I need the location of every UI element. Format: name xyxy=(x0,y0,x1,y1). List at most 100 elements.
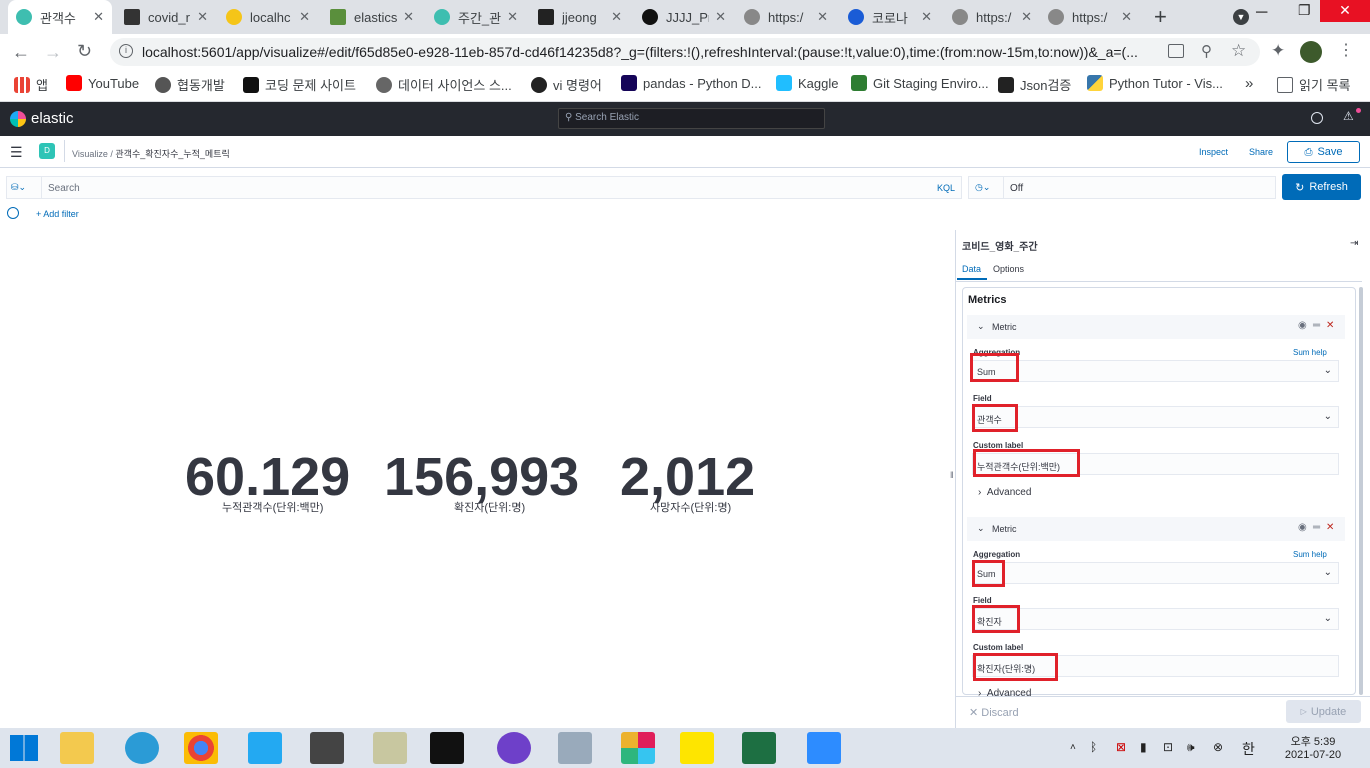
bookmark-item[interactable]: Git Staging Enviro... xyxy=(851,75,989,91)
tray-icon[interactable]: ⊗ xyxy=(1213,740,1223,754)
bookmark-item[interactable]: pandas - Python D... xyxy=(621,75,762,91)
volume-icon[interactable]: 🕪 xyxy=(1187,740,1195,755)
bookmark-item[interactable]: Python Tutor - Vis... xyxy=(1087,75,1223,91)
file-explorer-icon[interactable] xyxy=(60,732,94,764)
sum-help-link[interactable]: Sum help xyxy=(1293,348,1327,357)
zoom-app-icon[interactable] xyxy=(807,732,841,764)
bluetooth-icon[interactable]: ᛒ xyxy=(1090,740,1097,754)
browser-tab-active[interactable]: 관객수 ✕ xyxy=(8,0,112,34)
bookmark-item[interactable]: vi 명령어 xyxy=(531,75,602,94)
advanced-toggle[interactable]: › Advanced xyxy=(978,487,1031,498)
share-link[interactable]: Share xyxy=(1249,147,1273,157)
bookmarks-overflow-button[interactable]: » xyxy=(1245,75,1253,92)
close-icon[interactable]: ✕ xyxy=(921,9,932,25)
filter-icon[interactable] xyxy=(7,207,19,219)
bookmark-item[interactable]: 데이터 사이언스 스... xyxy=(376,75,512,94)
bookmark-item[interactable]: 협동개발 xyxy=(155,75,225,94)
window-close-button[interactable]: ✕ xyxy=(1320,0,1370,22)
discard-button[interactable]: ✕ Discard xyxy=(969,706,1019,719)
restore-button[interactable]: ❐ xyxy=(1298,2,1311,19)
add-filter-button[interactable]: + Add filter xyxy=(36,209,79,219)
chevron-down-icon[interactable]: ⌄ xyxy=(977,523,985,534)
excel-icon[interactable] xyxy=(742,732,776,764)
zoom-icon[interactable]: ⚲ xyxy=(1201,42,1212,60)
slack-icon[interactable] xyxy=(621,732,655,764)
clock-icon[interactable]: ◷⌄ xyxy=(975,182,990,193)
close-icon[interactable]: ✕ xyxy=(611,9,622,25)
browser-tab[interactable]: localhc ✕ xyxy=(218,0,318,34)
tray-overflow-icon[interactable]: ˄ xyxy=(1070,742,1076,753)
kakaotalk-icon[interactable] xyxy=(680,732,714,764)
profile-avatar[interactable] xyxy=(1300,41,1322,63)
kql-toggle[interactable]: KQL xyxy=(937,183,955,193)
windows-start-icon[interactable] xyxy=(10,735,38,761)
metric-accordion-header[interactable] xyxy=(967,517,1345,541)
ime-indicator[interactable]: 한 xyxy=(1242,739,1255,759)
save-button[interactable]: ⎙ Save xyxy=(1287,141,1360,163)
new-tab-button[interactable]: + xyxy=(1154,4,1167,30)
tab-search-icon[interactable]: ▼ xyxy=(1233,9,1249,25)
remove-icon[interactable]: ✕ xyxy=(1326,320,1334,331)
field-select[interactable]: 확진자 ⌄ xyxy=(972,608,1339,630)
space-avatar[interactable]: D xyxy=(39,143,55,159)
resize-handle[interactable]: ‖ xyxy=(950,470,954,480)
close-icon[interactable]: ✕ xyxy=(93,9,104,25)
field-select[interactable]: 관객수 ⌄ xyxy=(972,406,1339,428)
advanced-toggle[interactable]: › Advanced xyxy=(978,688,1031,696)
browser-tab[interactable]: covid_r ✕ xyxy=(116,0,216,34)
chevron-down-icon[interactable]: ⌄ xyxy=(977,321,985,332)
close-icon[interactable]: ✕ xyxy=(1021,9,1032,25)
browser-tab[interactable]: https:/✕ xyxy=(736,0,836,34)
bookmark-item[interactable]: Json검증 xyxy=(998,75,1071,94)
reading-list[interactable]: 읽기 목록 xyxy=(1277,75,1350,94)
browser-tab[interactable]: JJJJ_Prc✕ xyxy=(634,0,734,34)
drag-handle-icon[interactable]: ═ xyxy=(1313,320,1320,331)
bookmark-item[interactable]: 코딩 문제 사이트 xyxy=(243,75,356,94)
close-icon[interactable]: ✕ xyxy=(715,9,726,25)
reload-icon[interactable]: ↻ xyxy=(77,41,92,62)
drag-handle-icon[interactable]: ═ xyxy=(1313,522,1320,533)
calculator-icon[interactable] xyxy=(558,732,592,764)
eye-icon[interactable]: ◉ xyxy=(1298,522,1307,533)
collapse-panel-icon[interactable]: ⇥ xyxy=(1350,238,1358,249)
tab-data[interactable]: Data xyxy=(962,264,981,274)
aggregation-select[interactable]: Sum ⌄ xyxy=(972,562,1339,584)
browser-tab[interactable]: 코로나 ✕ xyxy=(840,0,940,34)
github-desktop-icon[interactable] xyxy=(497,732,531,764)
vscode-icon[interactable] xyxy=(248,732,282,764)
browser-tab[interactable]: https:/✕ xyxy=(944,0,1040,34)
forward-icon[interactable]: → xyxy=(44,42,62,63)
back-icon[interactable]: ← xyxy=(12,42,30,63)
tray-icon[interactable]: ▮ xyxy=(1140,740,1147,754)
bookmark-youtube[interactable]: YouTube xyxy=(66,75,139,91)
help-icon[interactable] xyxy=(1311,112,1323,124)
breadcrumb-visualize[interactable]: Visualize xyxy=(72,149,108,159)
cmd-icon[interactable] xyxy=(430,732,464,764)
query-input[interactable]: ⛁⌄ Search KQL xyxy=(6,176,962,199)
eye-icon[interactable]: ◉ xyxy=(1298,320,1307,331)
refresh-button[interactable]: ↻ Refresh xyxy=(1282,174,1361,200)
translate-icon[interactable] xyxy=(1168,44,1184,58)
close-icon[interactable]: ✕ xyxy=(1121,9,1132,25)
network-icon[interactable]: ⊠ xyxy=(1116,740,1126,754)
app-icon[interactable] xyxy=(125,732,159,764)
tray-icon[interactable]: ⊡ xyxy=(1163,740,1173,754)
inspect-link[interactable]: Inspect xyxy=(1199,147,1228,157)
minimize-button[interactable]: ─ xyxy=(1256,4,1267,22)
sum-help-link[interactable]: Sum help xyxy=(1293,550,1327,559)
update-button[interactable]: ▷ Update xyxy=(1286,700,1361,723)
bookmark-star-icon[interactable]: ☆ xyxy=(1231,41,1246,61)
clock[interactable]: 오후 5:39 2021-07-20 xyxy=(1283,733,1343,761)
hamburger-menu-icon[interactable]: ☰ xyxy=(10,144,23,161)
time-picker[interactable]: ◷⌄ Off xyxy=(968,176,1276,199)
bookmark-item[interactable]: Kaggle xyxy=(776,75,838,91)
terminal-icon[interactable] xyxy=(310,732,344,764)
app-icon[interactable] xyxy=(373,732,407,764)
tab-options[interactable]: Options xyxy=(993,264,1024,274)
scrollbar[interactable] xyxy=(1359,287,1363,695)
close-icon[interactable]: ✕ xyxy=(507,9,518,25)
remove-icon[interactable]: ✕ xyxy=(1326,522,1334,533)
info-icon[interactable]: i xyxy=(119,44,133,58)
browser-tab[interactable]: https:/✕ xyxy=(1040,0,1140,34)
notifications-icon[interactable]: ⚠ xyxy=(1343,109,1354,123)
